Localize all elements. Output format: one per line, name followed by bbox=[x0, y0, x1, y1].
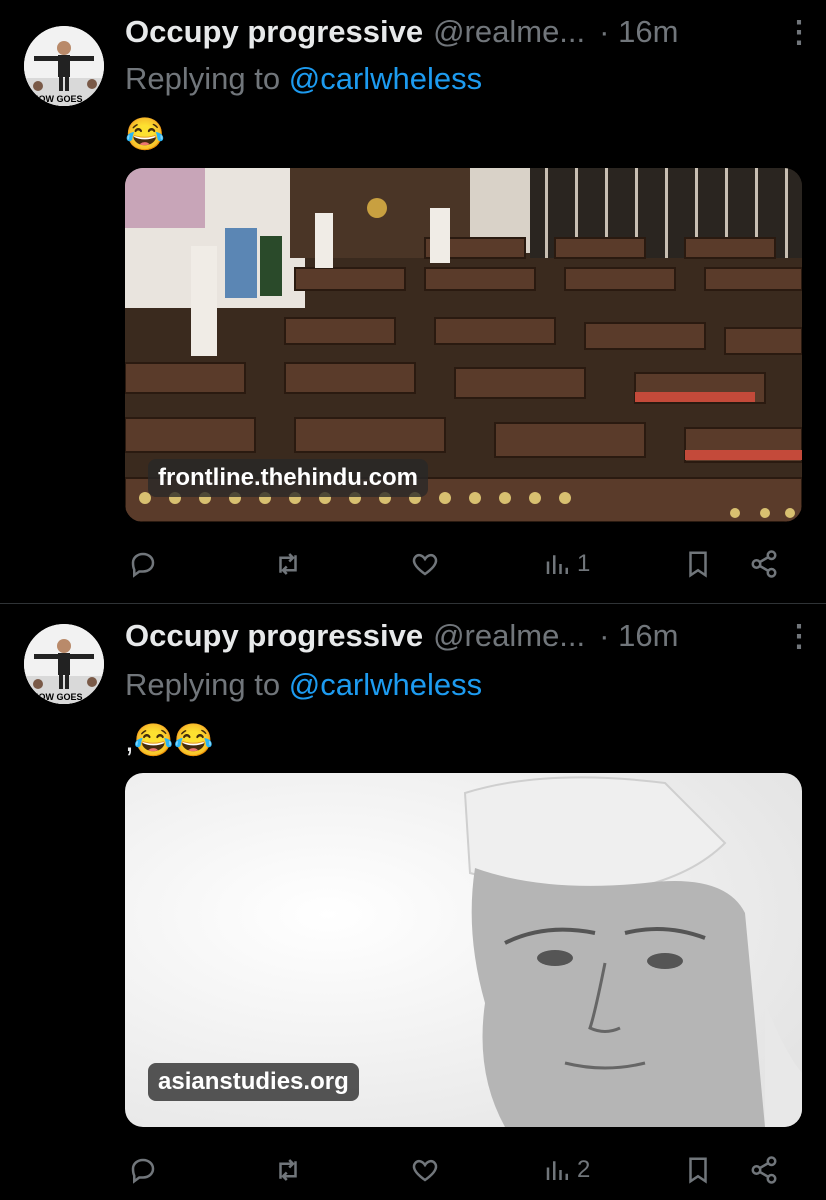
replying-prefix: Replying to bbox=[125, 667, 289, 702]
like-icon bbox=[412, 1159, 438, 1182]
reply-button[interactable] bbox=[128, 544, 162, 584]
tweet-header: Occupy progressive @realme... · 16m bbox=[125, 12, 806, 52]
replying-prefix: Replying to bbox=[125, 61, 289, 96]
more-icon[interactable]: ⋮ bbox=[784, 622, 814, 652]
views-button[interactable]: 1 bbox=[543, 544, 590, 584]
timestamp[interactable]: · 16m bbox=[599, 14, 678, 50]
views-icon bbox=[546, 1161, 568, 1180]
reply-icon bbox=[131, 1158, 155, 1184]
tweet-actions: 2 bbox=[125, 1150, 801, 1190]
bookmark-button[interactable] bbox=[683, 544, 713, 584]
replying-to: Replying to @carlwheless bbox=[125, 667, 482, 703]
reply-icon bbox=[131, 552, 155, 578]
repost-button[interactable] bbox=[273, 544, 307, 584]
avatar-text: SHOW GOES bbox=[26, 692, 83, 702]
tweet-text: ,😂😂 bbox=[125, 722, 214, 758]
user-handle[interactable]: @realme... bbox=[433, 618, 585, 654]
avatar-text: SHOW GOES bbox=[26, 94, 83, 104]
tweet-1[interactable]: SHOW GOES Occupy progressive @realme... … bbox=[0, 0, 826, 603]
more-icon[interactable]: ⋮ bbox=[784, 18, 814, 48]
avatar[interactable]: SHOW GOES bbox=[24, 26, 104, 106]
share-button[interactable] bbox=[749, 544, 779, 584]
like-button[interactable] bbox=[410, 1150, 444, 1190]
replying-to: Replying to @carlwheless bbox=[125, 61, 482, 97]
views-count: 2 bbox=[577, 1156, 591, 1183]
tweet-text: 😂 bbox=[125, 116, 165, 152]
timestamp[interactable]: · 16m bbox=[599, 618, 678, 654]
tweet-2[interactable]: SHOW GOES Occupy progressive @realme... … bbox=[0, 604, 826, 1200]
repost-button[interactable] bbox=[273, 1150, 307, 1190]
share-button[interactable] bbox=[749, 1150, 779, 1190]
bookmark-icon bbox=[689, 551, 707, 578]
repost-icon bbox=[279, 1159, 297, 1181]
tweet-header: Occupy progressive @realme... · 16m bbox=[125, 616, 806, 656]
tweet-media[interactable]: frontline.thehindu.com bbox=[125, 168, 802, 522]
display-name[interactable]: Occupy progressive bbox=[125, 618, 423, 654]
display-name[interactable]: Occupy progressive bbox=[125, 14, 423, 50]
bookmark-button[interactable] bbox=[683, 1150, 713, 1190]
views-button[interactable]: 2 bbox=[543, 1150, 590, 1190]
media-domain-label[interactable]: frontline.thehindu.com bbox=[148, 459, 428, 497]
user-handle[interactable]: @realme... bbox=[433, 14, 585, 50]
bookmark-icon bbox=[689, 1157, 707, 1184]
repost-icon bbox=[279, 553, 297, 575]
share-icon bbox=[751, 550, 777, 578]
tweet-media[interactable]: asianstudies.org bbox=[125, 773, 802, 1127]
mention-link[interactable]: @carlwheless bbox=[289, 667, 482, 702]
like-button[interactable] bbox=[410, 544, 444, 584]
share-icon bbox=[751, 1156, 777, 1184]
reply-button[interactable] bbox=[128, 1150, 162, 1190]
like-icon bbox=[412, 553, 438, 576]
mention-link[interactable]: @carlwheless bbox=[289, 61, 482, 96]
views-icon bbox=[546, 555, 568, 574]
views-count: 1 bbox=[577, 550, 591, 577]
avatar[interactable]: SHOW GOES bbox=[24, 624, 104, 704]
media-domain-label[interactable]: asianstudies.org bbox=[148, 1063, 359, 1101]
tweet-actions: 1 bbox=[125, 544, 801, 584]
